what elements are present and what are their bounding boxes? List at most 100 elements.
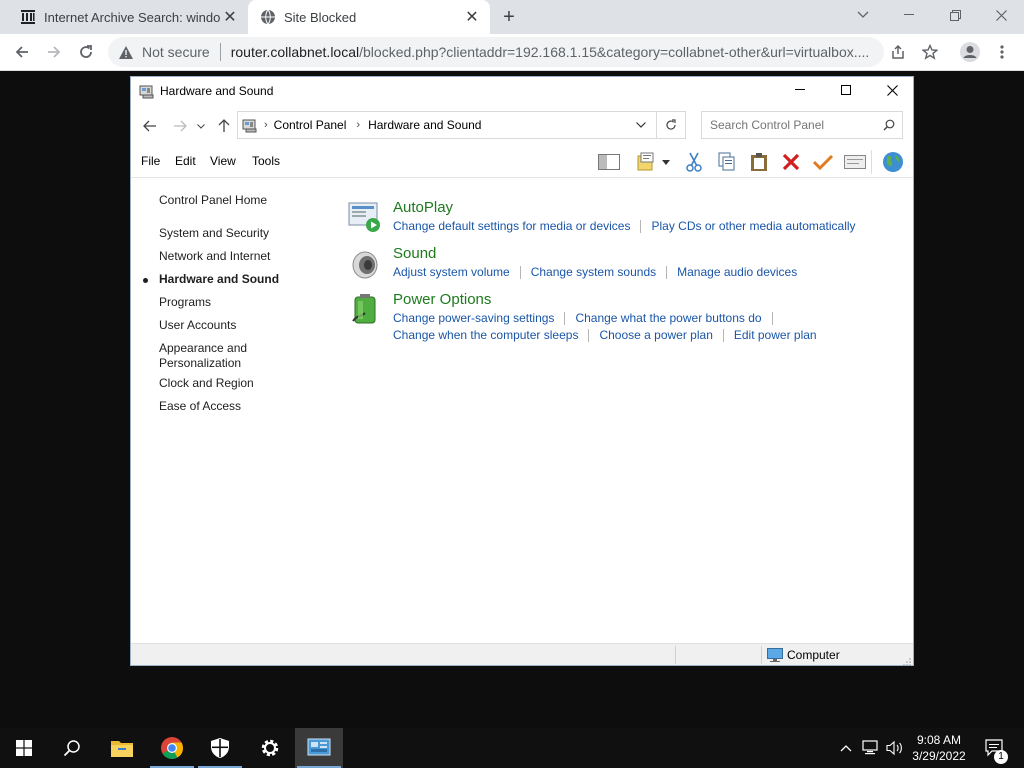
link-change-default-settings[interactable]: Change default settings for media or dev…	[393, 219, 630, 233]
nav-system-and-security[interactable]: System and Security	[159, 226, 309, 241]
cut-icon[interactable]	[682, 150, 706, 174]
link-separator	[722, 329, 724, 343]
address-dropdown-icon[interactable]	[626, 111, 656, 139]
bookmark-star-icon[interactable]	[916, 38, 944, 66]
internet-globe-icon[interactable]	[881, 150, 905, 174]
checkmark-icon[interactable]	[811, 150, 835, 174]
tab-title: Internet Archive Search: windows	[44, 9, 220, 25]
properties-icon[interactable]	[843, 150, 867, 174]
browser-menu-icon[interactable]	[988, 38, 1016, 66]
autoplay-icon[interactable]	[347, 199, 383, 235]
minimize-browser-button[interactable]	[886, 0, 932, 30]
share-icon[interactable]	[884, 38, 912, 66]
taskbar-control-panel[interactable]	[295, 728, 343, 768]
forward-arrow-icon[interactable]	[169, 115, 191, 137]
delete-icon[interactable]	[779, 150, 803, 174]
taskbar-settings[interactable]	[246, 728, 294, 768]
autoplay-title[interactable]: AutoPlay	[393, 199, 453, 216]
menu-view[interactable]: View	[210, 154, 236, 168]
sound-links: Adjust system volume Change system sounds…	[393, 265, 797, 280]
recent-locations-chevron-icon[interactable]	[193, 115, 209, 137]
reload-button[interactable]	[72, 38, 100, 66]
layout-pane-icon[interactable]	[597, 150, 621, 174]
nav-control-panel-home[interactable]: Control Panel Home	[159, 193, 309, 208]
battery-icon[interactable]	[347, 291, 383, 327]
omnibox[interactable]: Not secure router.collabnet.local/blocke…	[108, 37, 884, 67]
link-change-system-sounds[interactable]: Change system sounds	[531, 265, 656, 279]
menu-tools[interactable]: Tools	[252, 154, 280, 168]
clock-date: 3/29/2022	[912, 749, 966, 763]
search-control-panel[interactable]	[701, 111, 903, 139]
link-manage-audio-devices[interactable]: Manage audio devices	[677, 265, 797, 279]
maximize-window-button[interactable]	[823, 77, 869, 103]
folder-icon	[110, 738, 134, 758]
start-button[interactable]	[0, 728, 48, 768]
back-button[interactable]	[8, 38, 36, 66]
nav-hardware-and-sound[interactable]: Hardware and Sound	[159, 272, 309, 287]
copy-icon[interactable]	[715, 150, 739, 174]
archive-icon	[20, 9, 36, 25]
search-icon[interactable]	[876, 119, 902, 131]
gear-icon	[259, 737, 281, 759]
link-edit-power-plan[interactable]: Edit power plan	[734, 328, 817, 342]
breadcrumb-control-panel[interactable]: Control Panel	[274, 118, 347, 132]
breadcrumb-chevron-icon[interactable]: ›	[356, 119, 360, 131]
taskbar-chrome[interactable]	[148, 728, 196, 768]
nav-network-and-internet[interactable]: Network and Internet	[159, 249, 309, 264]
breadcrumb-chevron-icon[interactable]: ›	[264, 119, 268, 131]
taskbar-search-button[interactable]	[48, 728, 96, 768]
link-change-power-saving-settings[interactable]: Change power-saving settings	[393, 311, 554, 325]
nav-ease-of-access[interactable]: Ease of Access	[159, 399, 309, 414]
restore-browser-button[interactable]	[932, 0, 978, 30]
taskbar-security[interactable]	[196, 728, 244, 768]
show-hidden-icons-chevron-icon[interactable]	[836, 728, 856, 768]
close-tab-icon[interactable]: ✕	[220, 7, 240, 27]
address-bar[interactable]: › Control Panel › Hardware and Sound	[237, 111, 686, 139]
warning-icon[interactable]	[118, 45, 136, 60]
search-input[interactable]	[710, 118, 876, 132]
close-browser-button[interactable]	[978, 0, 1024, 30]
new-tab-button[interactable]: +	[497, 5, 521, 29]
close-window-button[interactable]	[869, 77, 915, 103]
refresh-icon[interactable]	[656, 111, 686, 139]
close-tab-icon[interactable]: ✕	[462, 7, 482, 27]
breadcrumb-hardware-and-sound[interactable]: Hardware and Sound	[368, 118, 481, 132]
network-icon[interactable]	[860, 728, 882, 768]
nav-clock-and-region[interactable]: Clock and Region	[159, 376, 309, 391]
volume-icon[interactable]	[884, 728, 906, 768]
tab-internet-archive[interactable]: Internet Archive Search: windows ✕	[8, 0, 248, 34]
back-arrow-icon[interactable]	[139, 115, 161, 137]
menu-file[interactable]: File	[141, 154, 160, 168]
link-play-cds[interactable]: Play CDs or other media automatically	[651, 219, 855, 233]
link-separator	[519, 266, 521, 280]
status-divider	[761, 646, 762, 664]
up-arrow-icon[interactable]	[213, 115, 235, 137]
nav-programs[interactable]: Programs	[159, 295, 309, 310]
minimize-window-button[interactable]	[777, 77, 823, 103]
link-change-power-buttons[interactable]: Change what the power buttons do	[575, 311, 761, 325]
profile-avatar-icon[interactable]	[956, 38, 984, 66]
tab-site-blocked[interactable]: Site Blocked ✕	[248, 0, 490, 34]
power-links-row-2: Change when the computer sleeps Choose a …	[393, 328, 817, 343]
action-center-icon[interactable]: 1	[980, 728, 1010, 768]
nav-user-accounts[interactable]: User Accounts	[159, 318, 309, 333]
system-clock[interactable]: 9:08 AM 3/29/2022	[904, 732, 974, 764]
nav-appearance-and-personalization[interactable]: Appearance and Personalization	[159, 341, 269, 371]
window-titlebar[interactable]: Hardware and Sound	[131, 77, 913, 105]
resize-grip-icon[interactable]	[903, 655, 911, 666]
tab-search-chevron-icon[interactable]	[840, 0, 886, 30]
link-adjust-system-volume[interactable]: Adjust system volume	[393, 265, 510, 279]
paste-icon[interactable]	[747, 150, 771, 174]
menu-edit[interactable]: Edit	[175, 154, 196, 168]
sound-title[interactable]: Sound	[393, 245, 436, 262]
toolbar-dropdown-icon[interactable]	[659, 150, 673, 174]
security-label[interactable]: Not secure	[142, 44, 210, 60]
power-options-title[interactable]: Power Options	[393, 291, 491, 308]
taskbar-file-explorer[interactable]	[98, 728, 146, 768]
url-text[interactable]: router.collabnet.local/blocked.php?clien…	[231, 44, 884, 60]
link-choose-power-plan[interactable]: Choose a power plan	[599, 328, 712, 342]
forward-button[interactable]	[40, 38, 68, 66]
speaker-icon[interactable]	[347, 245, 383, 281]
link-change-when-computer-sleeps[interactable]: Change when the computer sleeps	[393, 328, 578, 342]
folder-options-icon[interactable]	[635, 150, 659, 174]
